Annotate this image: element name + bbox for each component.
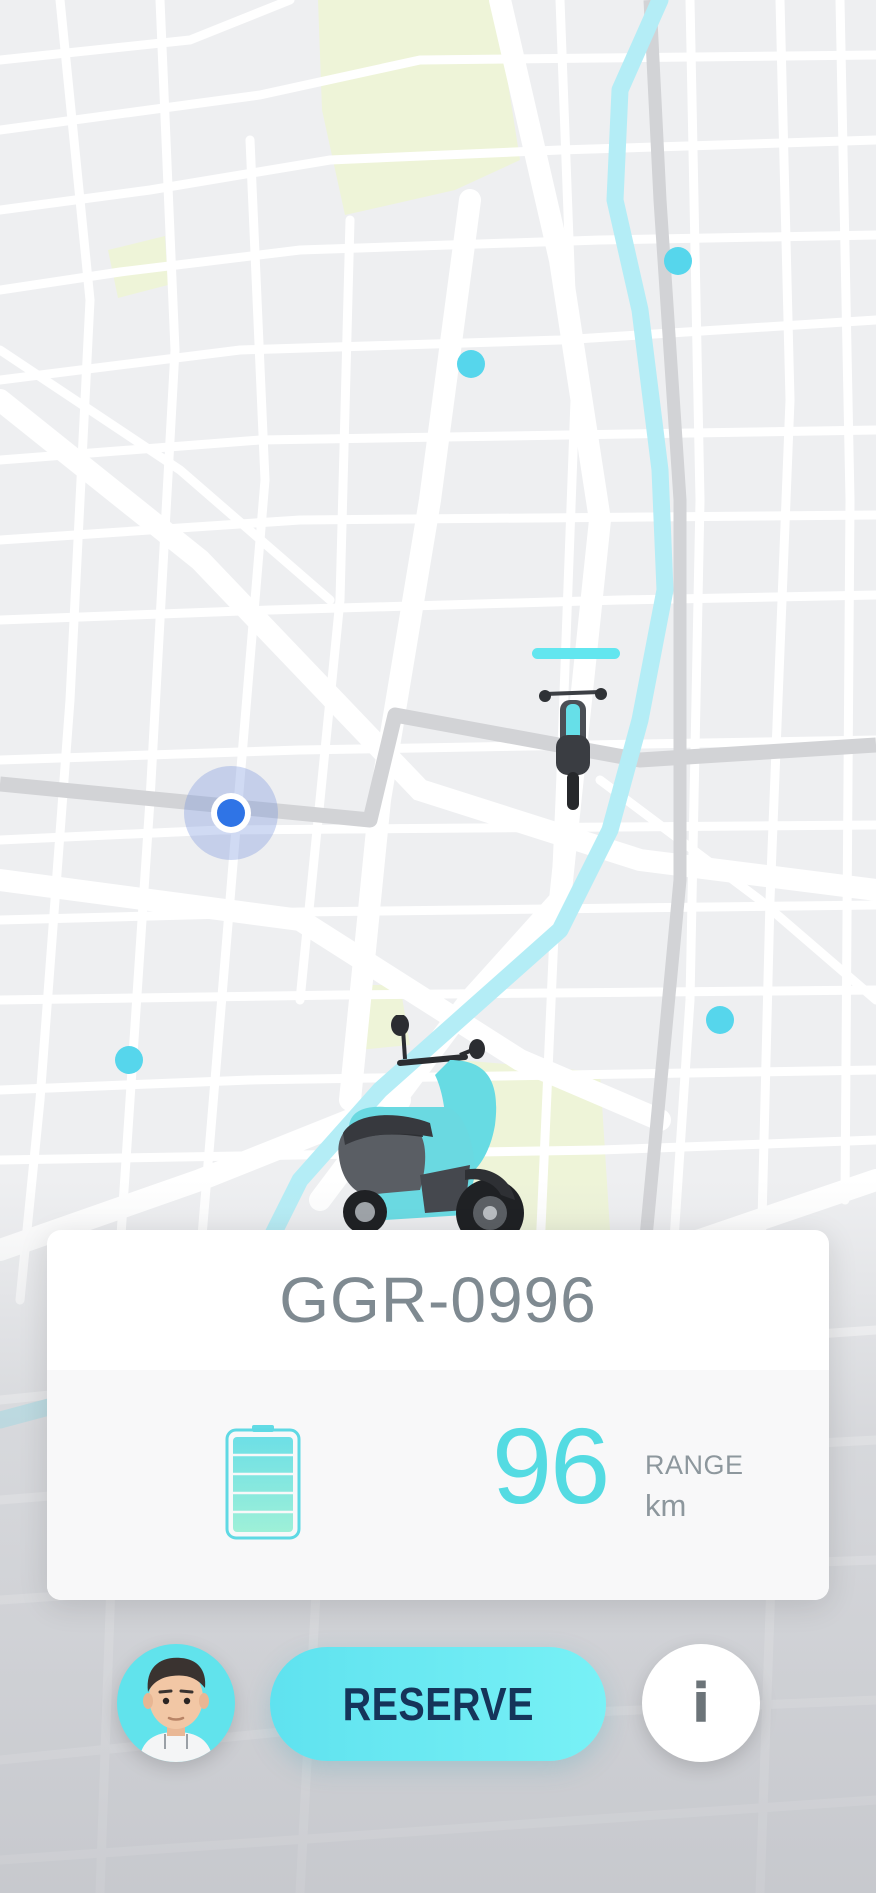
reserve-label: RESERVE [342,1678,534,1730]
scooter-icon [338,1015,524,1247]
reserve-button[interactable]: RESERVE [270,1647,606,1761]
vehicle-plate: GGR-0996 [279,1264,597,1336]
scooter-marker [706,1006,734,1034]
vehicle-info-card: GGR-0996 96 RANGE km [47,1230,829,1600]
range-value: 96 [492,1405,610,1526]
range-unit: km [645,1488,687,1523]
info-button[interactable]: i [642,1644,760,1762]
info-icon: i [691,1671,711,1735]
user-avatar-icon [139,1657,213,1762]
scooter-marker [664,247,692,275]
battery-icon [225,1425,301,1540]
scooter-marker [457,350,485,378]
vehicle-stats: 96 RANGE km [47,1370,829,1600]
app-screen: GGR-0996 96 RANGE km RESERVE i [0,0,876,1893]
user-avatar-button[interactable] [117,1644,235,1762]
range-label: RANGE [645,1450,744,1480]
scooter-marker [115,1046,143,1074]
